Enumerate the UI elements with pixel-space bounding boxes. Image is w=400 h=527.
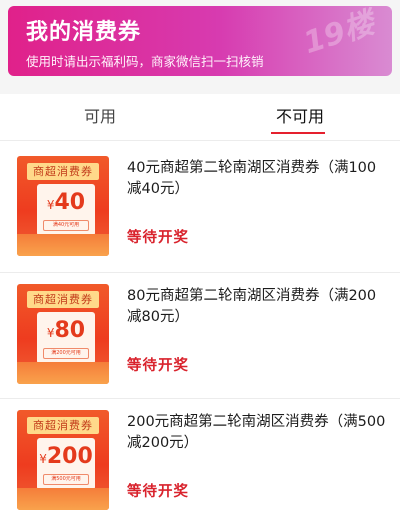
coupon-status: 等待开奖 xyxy=(127,358,189,374)
coupon-banner: 我的消费券 使用时请出示福利码，商家微信扫一扫核销 19楼 xyxy=(8,6,392,76)
coupon-thumb-amount: ¥200 xyxy=(39,444,93,469)
coupon-name: 40元商超第二轮南湖区消费券（满100减40元） xyxy=(127,160,377,197)
coupon-thumb-base xyxy=(17,234,109,256)
header: 我的消费券 使用时请出示福利码，商家微信扫一扫核销 19楼 xyxy=(0,0,400,94)
tab-available[interactable]: 可用 xyxy=(0,94,200,140)
coupon-thumbnail: 商超消费券 ¥40 满40元可用 xyxy=(17,156,109,256)
coupon-thumbnail: 商超消费券 ¥200 满500元可用 xyxy=(17,410,109,510)
watermark-logo: 19楼 xyxy=(299,6,379,62)
coupon-status: 等待开奖 xyxy=(127,230,189,246)
coupon-thumb-title: 商超消费券 xyxy=(27,417,99,434)
coupon-status: 等待开奖 xyxy=(127,484,189,500)
divider xyxy=(0,140,400,141)
coupon-name: 80元商超第二轮南湖区消费券（满200减80元） xyxy=(127,288,377,325)
divider xyxy=(0,272,400,273)
divider xyxy=(0,398,400,399)
page-subtitle: 使用时请出示福利码，商家微信扫一扫核销 xyxy=(26,54,264,69)
coupon-thumb-condition: 满40元可用 xyxy=(43,220,89,231)
page-title: 我的消费券 xyxy=(26,20,142,45)
active-tab-indicator xyxy=(271,132,325,134)
coupon-thumb-base xyxy=(17,488,109,510)
coupon-thumb-amount: ¥40 xyxy=(46,190,86,215)
coupon-thumb-title: 商超消费券 xyxy=(27,163,99,180)
coupon-thumb-base xyxy=(17,362,109,384)
coupon-card[interactable]: 商超消费券 ¥80 满200元可用 80元商超第二轮南湖区消费券（满200减80… xyxy=(0,276,400,396)
tab-bar: 可用 不可用 xyxy=(0,94,400,140)
coupon-card[interactable]: 商超消费券 ¥40 满40元可用 40元商超第二轮南湖区消费券（满100减40元… xyxy=(0,148,400,268)
coupon-thumb-condition: 满500元可用 xyxy=(43,474,89,485)
coupon-thumb-value-box: ¥200 满500元可用 xyxy=(37,438,95,490)
coupon-card[interactable]: 商超消费券 ¥200 满500元可用 200元商超第二轮南湖区消费券（满500减… xyxy=(0,402,400,522)
coupon-thumb-condition: 满200元可用 xyxy=(43,348,89,359)
coupon-name: 200元商超第二轮南湖区消费券（满500减200元） xyxy=(127,414,386,451)
coupon-thumb-amount: ¥80 xyxy=(46,318,86,343)
coupon-thumb-value-box: ¥40 满40元可用 xyxy=(37,184,95,236)
coupon-thumbnail: 商超消费券 ¥80 满200元可用 xyxy=(17,284,109,384)
coupon-thumb-title: 商超消费券 xyxy=(27,291,99,308)
coupon-thumb-value-box: ¥80 满200元可用 xyxy=(37,312,95,364)
